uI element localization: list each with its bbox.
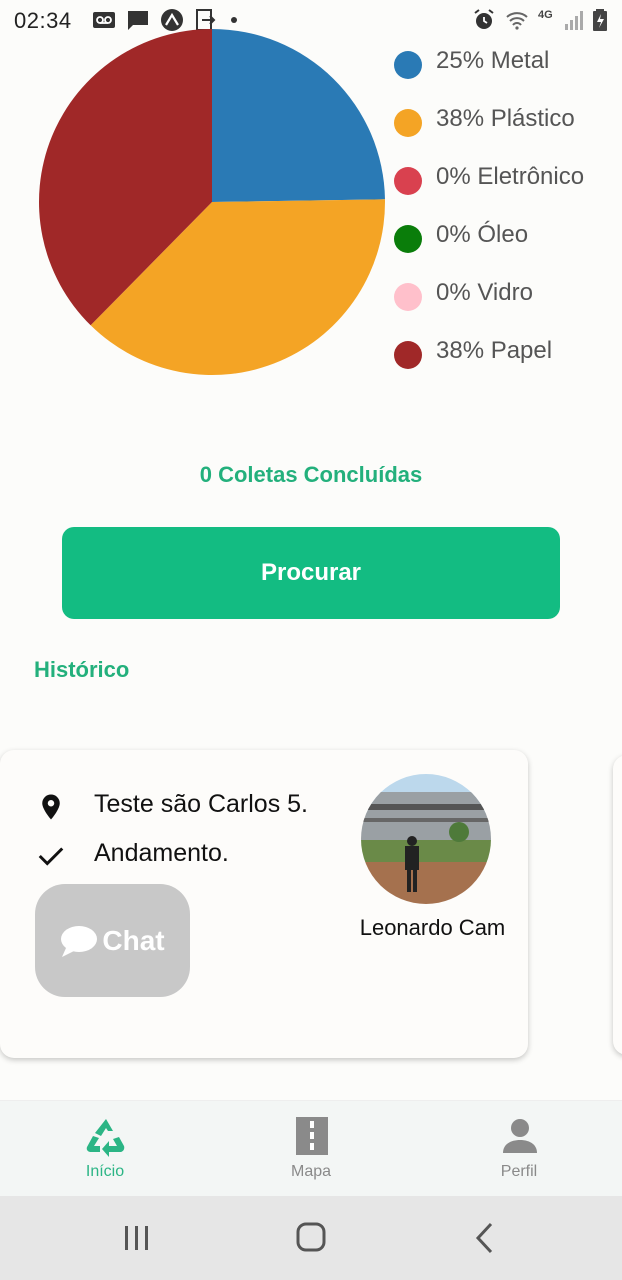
recent-apps-icon[interactable] [115,1218,159,1258]
tab-perfil[interactable]: Perfil [459,1101,579,1197]
history-title: Histórico [34,657,130,682]
search-button[interactable]: Procurar [62,527,560,619]
check-icon [38,847,64,866]
battery-icon [593,9,607,31]
card-status-text: Andamento. [94,839,229,867]
chat-button[interactable]: Chat [35,884,190,997]
recycle-icon [86,1119,125,1157]
chat-bubble-icon [61,925,98,957]
tab-perfil-label: Perfil [500,1163,538,1180]
pie-slice-metal [212,29,385,202]
back-icon[interactable] [463,1218,507,1258]
legend-label: 38% Plástico [436,105,575,132]
legend-label: 38% Papel [436,337,553,364]
legend-swatch [394,283,422,311]
system-navigation-bar [0,1196,622,1280]
tab-inicio[interactable]: Início [45,1101,165,1197]
completed-collections-count: 0 Coletas Concluídas [199,462,423,487]
home-icon[interactable] [289,1218,333,1258]
legend-label: 25% Metal [436,47,550,74]
legend-item: 38% Plástico [394,100,616,158]
next-history-card[interactable] [613,755,622,1055]
legend-swatch [394,51,422,79]
tab-inicio-label: Início [85,1163,125,1180]
pie-chart [39,28,385,375]
history-card[interactable]: Teste são Carlos 5. Andamento. Chat Leon… [0,750,528,1058]
map-pin-icon [42,794,60,820]
person-icon [503,1119,537,1153]
legend-item: 0% Eletrônico [394,158,616,216]
legend-item: 25% Metal [394,42,616,100]
wifi-icon [506,12,528,30]
tab-mapa[interactable]: Mapa [251,1101,371,1197]
legend-label: 0% Eletrônico [436,163,585,190]
card-location-text: Teste são Carlos 5. [94,790,308,818]
legend-item: 0% Vidro [394,274,616,332]
road-icon [296,1117,328,1155]
legend-label: 0% Óleo [436,221,529,248]
legend-item: 0% Óleo [394,216,616,274]
bottom-navigation: Início Mapa Perfil [0,1100,622,1197]
legend-swatch [394,167,422,195]
avatar [361,774,491,904]
legend-item: 38% Papel [394,332,616,390]
person-name: Leonardo Cam [359,915,506,940]
chart-legend: 25% Metal 38% Plástico 0% Eletrônico 0% Óle… [394,42,616,390]
legend-label: 0% Vidro [436,279,533,306]
signal-icon [565,11,583,30]
tab-mapa-label: Mapa [290,1163,332,1180]
alarm-icon [474,9,494,29]
chat-label: Chat [102,924,165,956]
legend-swatch [394,225,422,253]
legend-swatch [394,341,422,369]
legend-swatch [394,109,422,137]
network-4g-icon: 4G [538,9,553,21]
